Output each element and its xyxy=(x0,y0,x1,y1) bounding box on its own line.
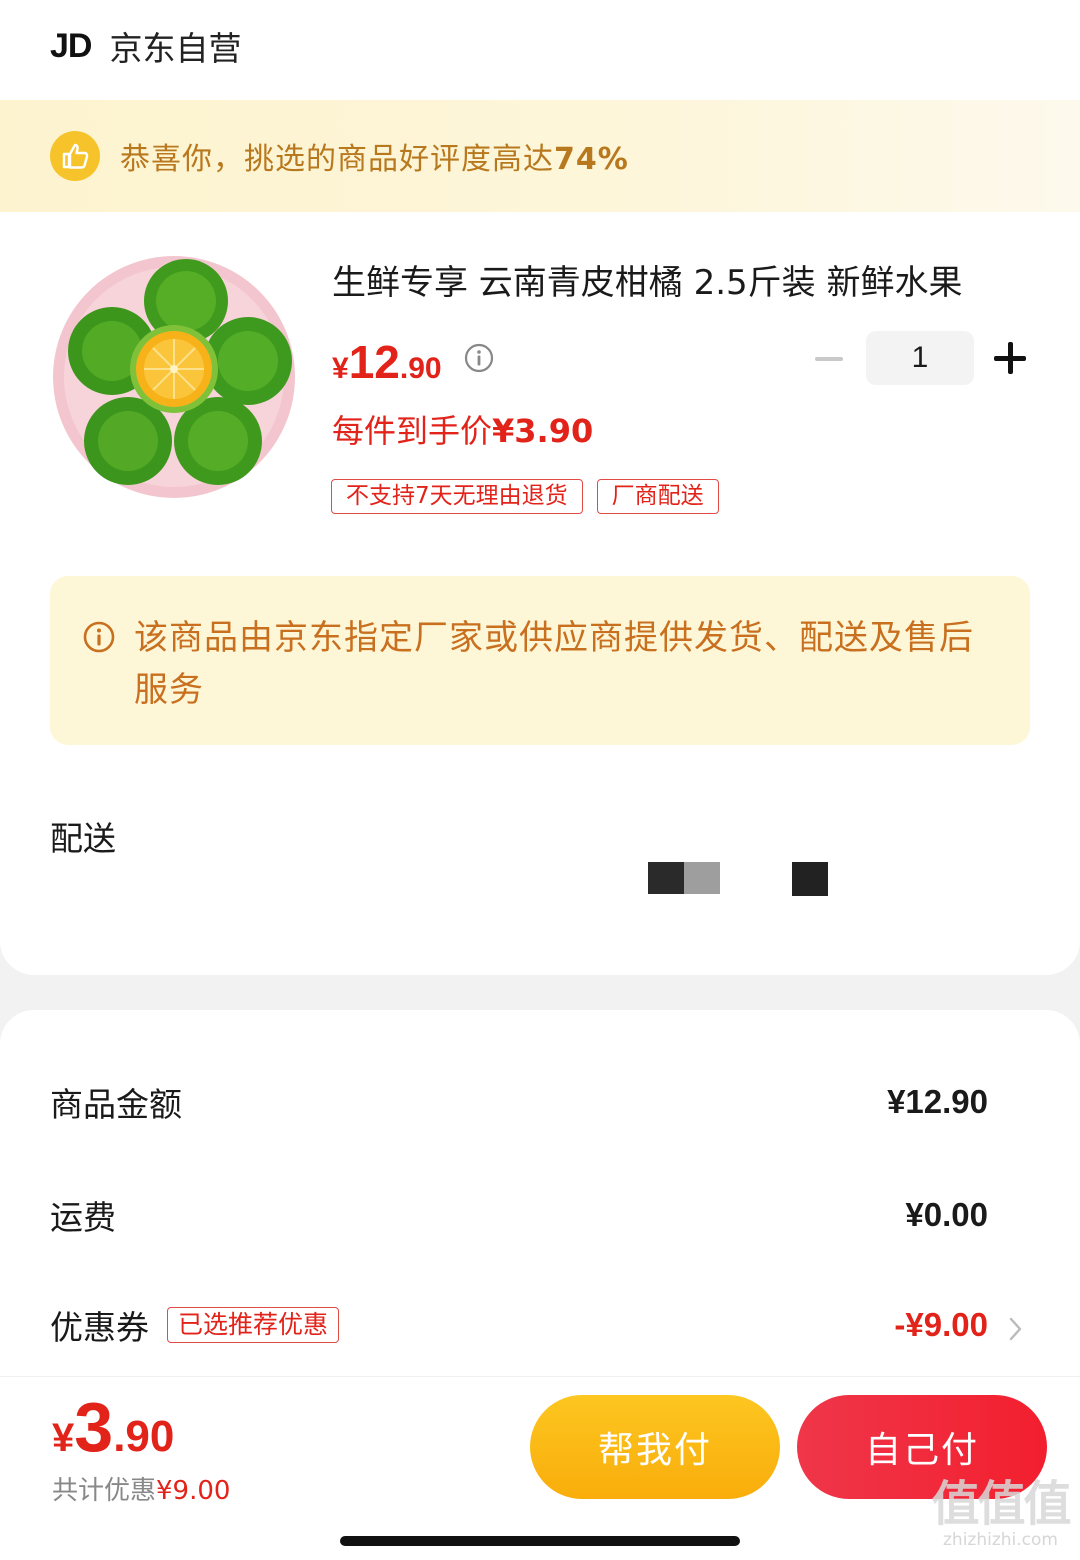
total-integer: 3 xyxy=(74,1388,114,1466)
delivery-label[interactable]: 配送 xyxy=(50,812,116,860)
coupon-value: -¥9.00 xyxy=(894,1306,988,1343)
goods-amount-label: 商品金额 xyxy=(50,1085,182,1124)
thumbs-up-icon xyxy=(50,131,100,181)
watermark-logo: 值值值 xyxy=(931,1476,1071,1532)
total-currency: ¥ xyxy=(52,1416,75,1460)
watermark-url: zhizhizhi.com xyxy=(943,1530,1058,1550)
quantity-input[interactable]: 1 xyxy=(866,331,974,385)
minus-icon xyxy=(815,357,843,361)
coupon-label-group: 优惠券 已选推荐优惠 xyxy=(50,1301,340,1349)
shipping-value: ¥0.00 xyxy=(905,1196,988,1233)
redaction-block xyxy=(648,862,684,894)
shipping-label: 运费 xyxy=(50,1198,116,1237)
goods-amount-row: 商品金额 ¥12.90 xyxy=(50,1077,988,1127)
per-item-price: 每件到手价¥3.90 xyxy=(332,406,593,452)
redaction-block xyxy=(684,862,720,894)
shop-name: 京东自营 xyxy=(109,29,242,68)
saved-label: 共计优惠 xyxy=(52,1476,157,1506)
tag-no-return: 不支持7天无理由退货 xyxy=(331,479,583,514)
coupon-recommended-tag: 已选推荐优惠 xyxy=(167,1307,340,1343)
redaction-block xyxy=(792,862,828,896)
watermark: 值值值 zhizhizhi.com xyxy=(928,1478,1073,1550)
price-decimal: .90 xyxy=(399,352,442,385)
product-tags: 不支持7天无理由退货 厂商配送 xyxy=(331,479,719,514)
per-item-price-label: 每件到手价 xyxy=(332,412,493,450)
shipping-row: 运费 ¥0.00 xyxy=(50,1190,988,1240)
tag-vendor-delivery: 厂商配送 xyxy=(596,479,719,514)
price-integer: 12 xyxy=(348,336,400,388)
product-price: ¥12.90 xyxy=(332,335,442,389)
quantity-decrease-button[interactable] xyxy=(812,344,846,374)
chevron-right-icon[interactable] xyxy=(1006,1316,1026,1342)
help-me-pay-button[interactable]: 帮我付 xyxy=(530,1395,780,1499)
banner-percentage: 74% xyxy=(554,142,629,177)
product-image[interactable] xyxy=(52,255,296,499)
info-icon xyxy=(82,620,116,654)
product-title[interactable]: 生鲜专享 云南青皮柑橘 2.5斤装 新鲜水果 xyxy=(332,255,963,304)
rating-banner: 恭喜你，挑选的商品好评度高达74% xyxy=(0,100,1080,212)
total-decimal: .90 xyxy=(113,1412,175,1461)
saved-value: ¥9.00 xyxy=(156,1476,231,1506)
shop-header[interactable]: JD 京东自营 xyxy=(50,22,241,70)
jd-logo: JD xyxy=(50,26,92,65)
quantity-increase-button[interactable] xyxy=(990,338,1030,378)
notice-text: 该商品由京东指定厂家或供应商提供发货、配送及售后服务 xyxy=(134,618,974,710)
checkout-bar: ¥3.90 共计优惠¥9.00 帮我付 自己付 xyxy=(0,1376,1080,1560)
coupon-row[interactable]: 优惠券 已选推荐优惠 -¥9.00 xyxy=(50,1300,988,1350)
banner-text: 恭喜你，挑选的商品好评度高达74% xyxy=(120,134,629,178)
home-indicator[interactable] xyxy=(340,1536,740,1546)
goods-amount-value: ¥12.90 xyxy=(887,1083,988,1120)
total-saved: 共计优惠¥9.00 xyxy=(52,1470,230,1507)
vendor-notice: 该商品由京东指定厂家或供应商提供发货、配送及售后服务 xyxy=(50,576,1030,745)
price-info-icon[interactable] xyxy=(463,342,495,374)
coupon-label: 优惠券 xyxy=(50,1308,149,1347)
banner-message: 恭喜你，挑选的商品好评度高达 xyxy=(120,142,554,177)
per-item-price-value: ¥3.90 xyxy=(492,412,594,450)
total-price: ¥3.90 xyxy=(52,1387,174,1467)
price-currency: ¥ xyxy=(332,352,349,385)
order-card: JD 京东自营 恭喜你，挑选的商品好评度高达74% 生鲜专享 云南青皮柑橘 2.… xyxy=(0,0,1080,975)
